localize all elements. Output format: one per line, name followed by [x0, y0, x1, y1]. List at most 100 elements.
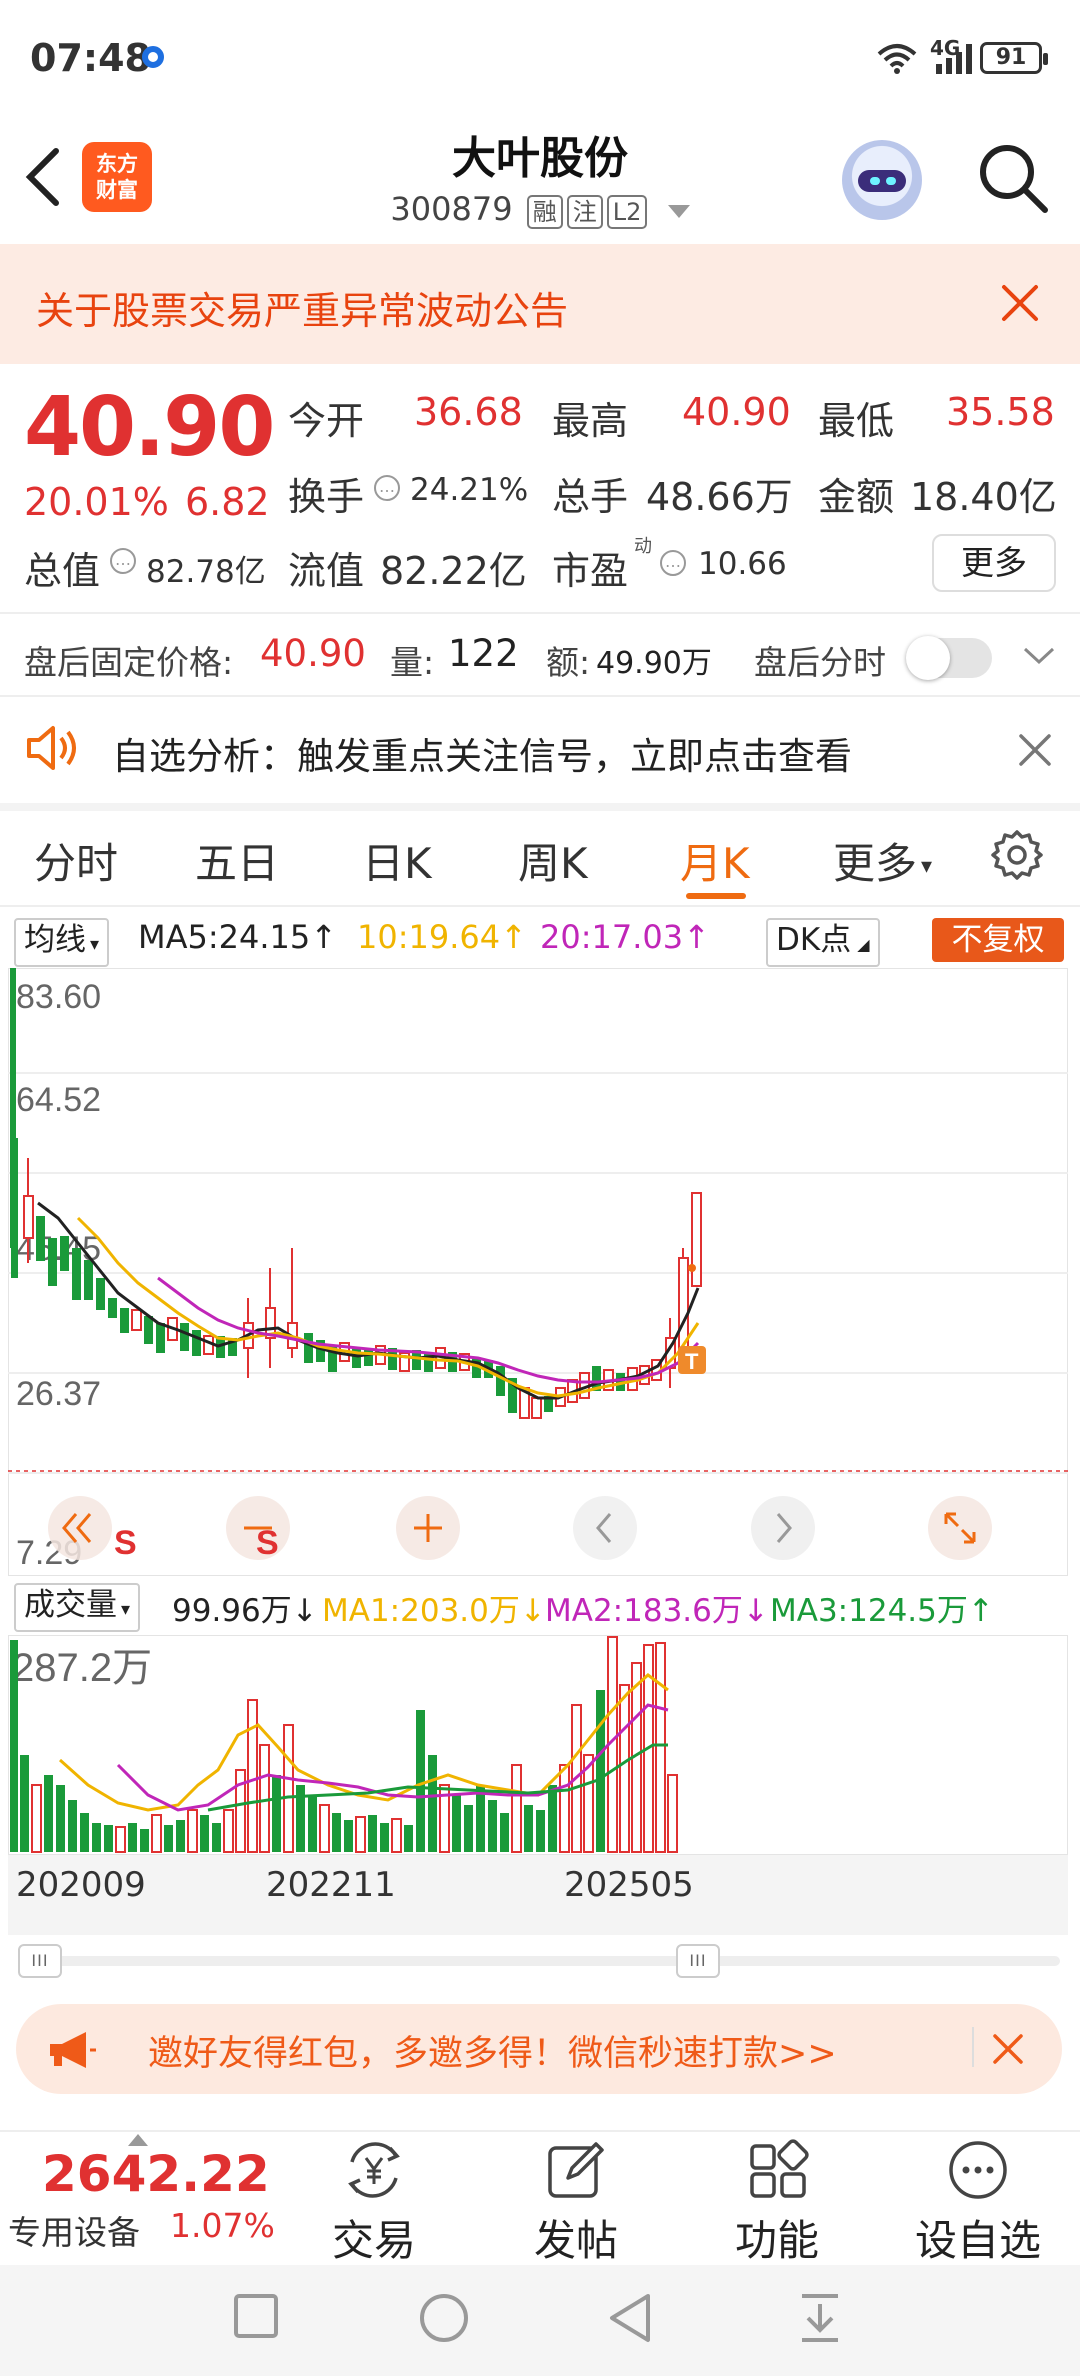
x-label: 202009 [16, 1865, 146, 1905]
chevron-down-icon[interactable] [1022, 645, 1056, 667]
back-nav-icon[interactable] [606, 2292, 654, 2344]
tab-more[interactable]: 更多 ▾ [833, 830, 932, 891]
robot-assistant-icon[interactable] [842, 140, 922, 220]
s-marker: S [114, 1524, 137, 1562]
notice-text[interactable]: 关于股票交易严重异常波动公告 [36, 280, 568, 335]
tag-registered: 注 [566, 195, 603, 229]
s-marker: S [256, 1524, 279, 1562]
tag-l2: L2 [606, 195, 648, 229]
system-nav-bar [0, 2265, 1080, 2376]
caret-down-icon: ▾ [90, 934, 100, 955]
yuan-exchange-icon[interactable] [340, 2138, 408, 2202]
scroll-right-button[interactable] [751, 1496, 815, 1560]
search-icon[interactable] [975, 140, 1051, 216]
pe-superscript: 动 [634, 536, 652, 557]
ma5-text: MA5:24.15↑ [138, 918, 338, 956]
volume-value: 48.66万 [646, 475, 793, 519]
tab-timeshare[interactable]: 分时 [34, 830, 118, 891]
scroll-left-button[interactable] [573, 1496, 637, 1560]
dk-point-selector[interactable]: DK点 ◢ [766, 918, 880, 967]
close-icon[interactable] [992, 2033, 1024, 2065]
float-cap-value: 82.22亿 [380, 549, 527, 593]
scroll-handle-right[interactable]: III [676, 1944, 720, 1978]
pe-value: 10.66 [698, 546, 787, 582]
t-marker-text: T [685, 1349, 699, 1374]
scroll-handle-left[interactable]: III [18, 1944, 62, 1978]
amount-label: 金额 [818, 475, 895, 519]
ma-selector[interactable]: 均线 ▾ [14, 918, 110, 967]
change-amount: 6.82 [185, 480, 270, 524]
ma20-text: 20:17.03↑ [540, 918, 710, 956]
after-hours-amt-label: 额: [546, 643, 591, 682]
divider [0, 695, 1080, 697]
close-icon[interactable] [1000, 283, 1040, 323]
turnover-value: 24.21% [410, 472, 529, 508]
status-time: 07:48 [30, 36, 151, 80]
post-button[interactable]: 发帖 [496, 2207, 656, 2268]
kline-chart[interactable]: 83.60 64.52 45.45 26.37 7.29 T S S [8, 968, 1068, 1576]
float-cap-label: 流值 [288, 549, 365, 593]
dk-label: DK点 [776, 922, 852, 958]
info-icon[interactable]: … [110, 548, 136, 574]
after-hours-amt: 49.90万 [596, 646, 712, 681]
sector-change: 1.07% [170, 2206, 275, 2245]
volume-ma3: MA3:124.5万↑ [770, 1593, 994, 1629]
high-value: 40.90 [682, 390, 791, 434]
chart-scroll-track[interactable] [20, 1956, 1060, 1966]
after-hours-label: 盘后固定价格: [24, 643, 234, 682]
info-icon[interactable]: … [660, 550, 686, 576]
promo-divider [972, 2027, 974, 2067]
low-label: 最低 [818, 399, 895, 443]
tab-daily-k[interactable]: 日K [362, 830, 432, 891]
grid-icon[interactable] [746, 2138, 810, 2202]
tab-five-day[interactable]: 五日 [195, 830, 279, 891]
speaker-icon [27, 726, 76, 770]
current-price: 40.90 [24, 380, 275, 475]
info-icon[interactable]: … [374, 475, 400, 501]
fullscreen-button[interactable] [928, 1496, 992, 1560]
active-tab-indicator [686, 893, 746, 899]
close-icon[interactable] [1018, 733, 1052, 767]
analysis-text[interactable]: 自选分析：触发重点关注信号，立即点击查看 [112, 726, 852, 780]
high-label: 最高 [552, 399, 629, 443]
more-button[interactable]: 更多 [932, 534, 1056, 592]
functions-button[interactable]: 功能 [697, 2207, 857, 2268]
open-label: 今开 [288, 399, 365, 443]
market-cap-label: 总值 [24, 549, 101, 593]
volume-selector[interactable]: 成交量 ▾ [14, 1583, 141, 1632]
gear-icon[interactable] [990, 828, 1044, 882]
tab-weekly-k[interactable]: 周K [518, 830, 588, 891]
volume-y-label: 287.2万 [12, 1646, 152, 1690]
divider [0, 905, 1080, 907]
tag-margin: 融 [526, 195, 563, 229]
adjust-button[interactable]: 不复权 [932, 918, 1064, 962]
y-label: 64.52 [16, 1081, 101, 1119]
megaphone-icon [50, 2032, 96, 2068]
compose-icon[interactable] [544, 2138, 608, 2202]
wifi-icon [877, 44, 917, 74]
add-watchlist-button[interactable]: 设自选 [898, 2207, 1058, 2268]
recents-icon[interactable] [232, 2292, 280, 2340]
x-label: 202505 [564, 1865, 694, 1905]
sector-index-value[interactable]: 2642.22 [42, 2145, 270, 2203]
after-hours-toggle[interactable] [906, 636, 992, 680]
chevron-down-icon [667, 204, 690, 218]
after-hours-timeshare-label: 盘后分时 [754, 643, 886, 682]
more-circle-icon[interactable] [946, 2138, 1010, 2202]
y-label: 26.37 [16, 1375, 101, 1413]
volume-value: 99.96万↓ [172, 1593, 318, 1629]
volume-chart[interactable]: 287.2万 [8, 1635, 1068, 1855]
volume-selector-label: 成交量 [24, 1587, 117, 1623]
x-axis [8, 1855, 1068, 1935]
promo-text[interactable]: 邀好友得红包，多邀多得！微信秒速打款>> [148, 2025, 837, 2076]
home-icon[interactable] [418, 2292, 470, 2344]
tab-monthly-k[interactable]: 月K [680, 830, 750, 891]
notification-pull-icon[interactable] [798, 2292, 842, 2344]
trade-button[interactable]: 交易 [294, 2207, 454, 2268]
sector-name[interactable]: 专用设备 [8, 2206, 140, 2254]
scroll-left-fast-button[interactable] [48, 1496, 112, 1560]
change-percent: 20.01% [24, 480, 169, 524]
x-label: 202211 [266, 1865, 396, 1905]
amount-value: 18.40亿 [910, 475, 1057, 519]
corner-icon: ◢ [857, 935, 870, 954]
